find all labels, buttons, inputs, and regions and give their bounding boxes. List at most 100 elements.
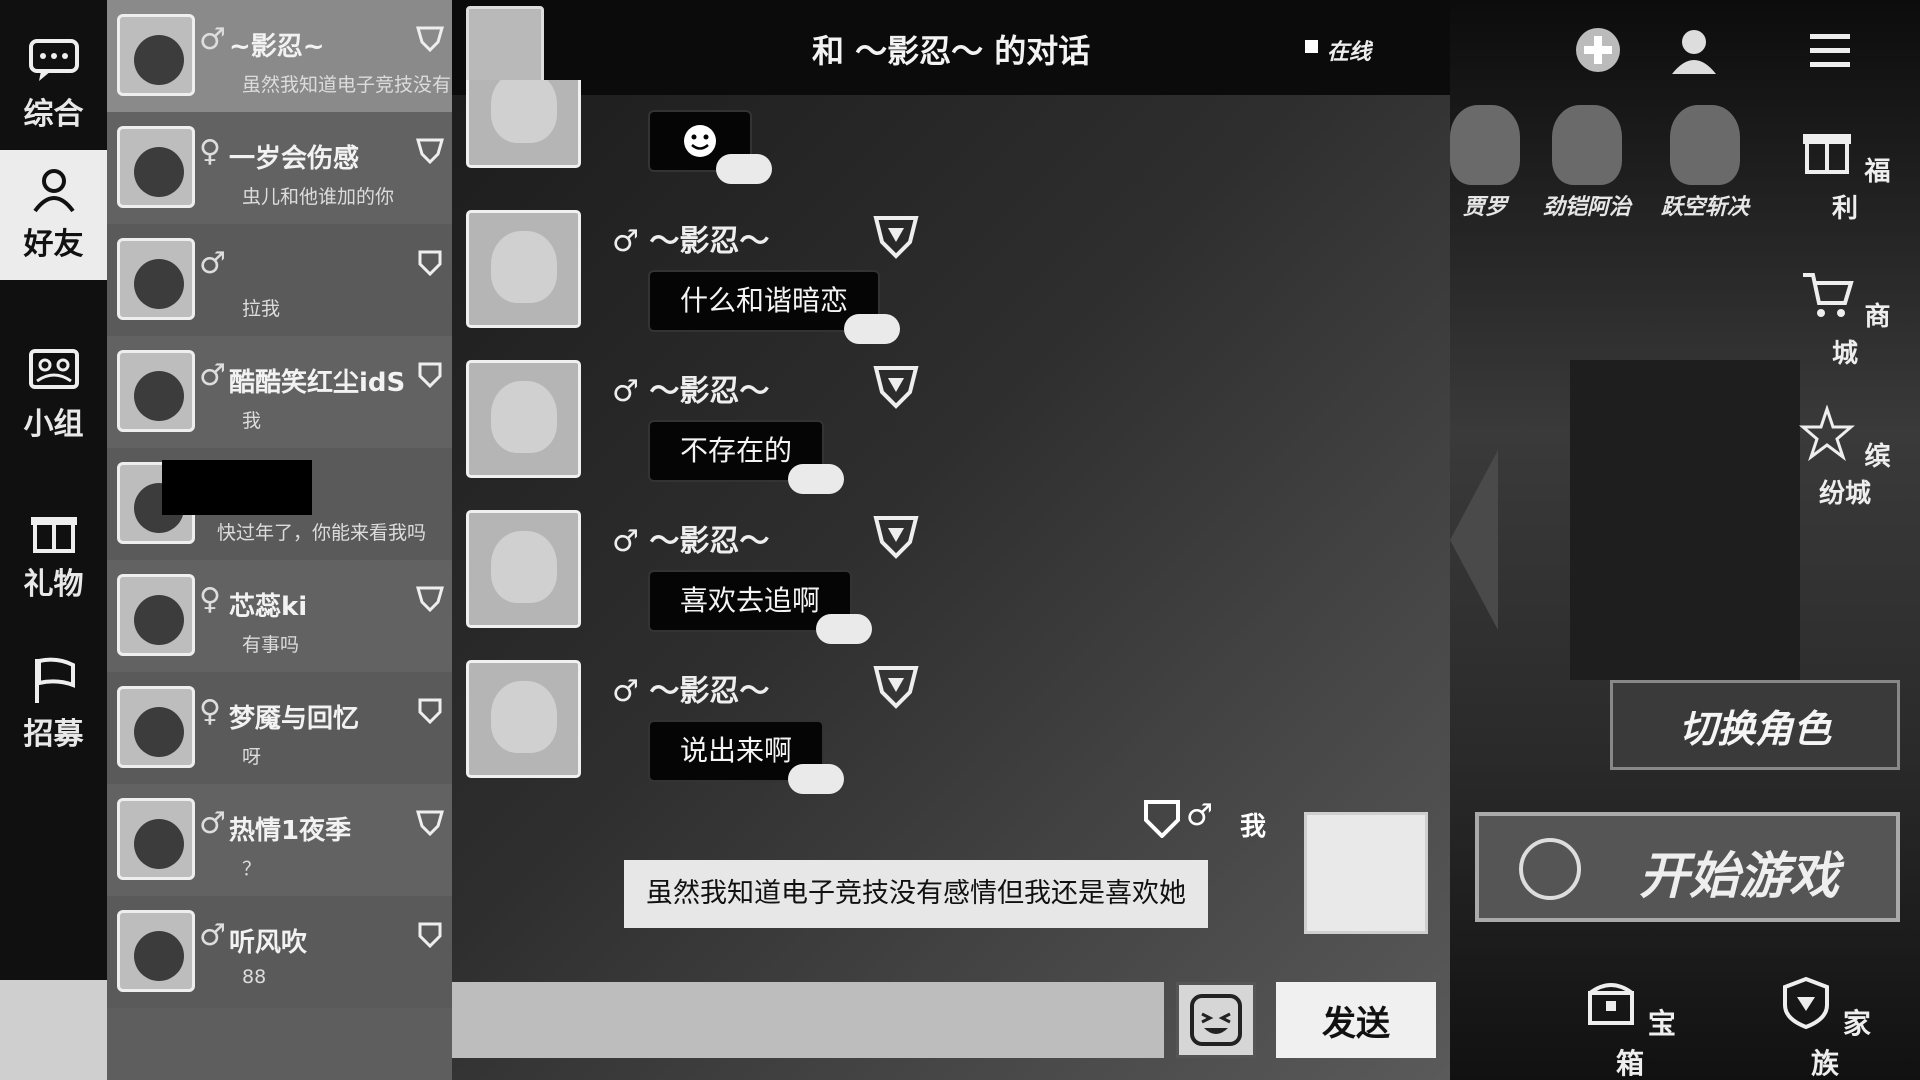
sender-name: ♂ ～影忍～ [612, 524, 770, 559]
nav-label: 招募 [23, 717, 84, 752]
avatar[interactable] [466, 660, 581, 778]
chat-message: ♂ ～影忍～ 不存在的 [452, 360, 1450, 510]
friend-item[interactable]: ♂ 热情1夜季 ？ [107, 784, 452, 896]
chat-input[interactable] [452, 982, 1164, 1058]
gender-icon: ♂ [199, 918, 226, 953]
background-building [1570, 360, 1800, 680]
friend-item[interactable]: ♂ 酷酷笑红尘idS 我 [107, 336, 452, 448]
decepticon-badge-icon [416, 26, 444, 52]
friend-name: 听风吹 [229, 928, 308, 958]
bottom-item-clan[interactable]: 家族 [1775, 975, 1875, 1080]
friend-name: ~影忍~ [229, 32, 325, 62]
message-text: 喜欢去追啊 [680, 584, 821, 617]
gender-icon: ♀ [199, 134, 221, 169]
sender-name: ♂ ～影忍～ [612, 674, 770, 709]
avatar [117, 126, 195, 208]
friend-last-message: 有事吗 [242, 634, 300, 656]
online-status-label: 在线 [1327, 40, 1372, 65]
add-icon[interactable] [1572, 24, 1624, 76]
message-bubble: 说出来啊 [650, 722, 845, 794]
friend-item[interactable]: ♀ 梦魇与回忆 呀 [107, 672, 452, 784]
user-profile-icon[interactable] [1668, 24, 1720, 76]
chat-input-row: 发送 [452, 982, 1450, 1080]
avatar[interactable] [466, 360, 581, 478]
avatar [117, 798, 195, 880]
nav-item-general[interactable]: 综合 [0, 20, 107, 150]
bubble-cloud-decoration [788, 764, 845, 794]
avatar[interactable] [466, 210, 581, 328]
side-item-welfare[interactable]: 福利 [1790, 120, 1900, 225]
gender-icon: ♀ [199, 582, 221, 617]
treasure-chest-icon [1588, 983, 1635, 1025]
avatar [117, 350, 195, 432]
friend-item[interactable]: ♂ 拉我 [107, 224, 452, 336]
message-text: 虽然我知道电子竞技没有感情但我还是喜欢她 [646, 878, 1186, 909]
gender-icon: ♂ [199, 22, 226, 57]
gender-icon: ♀ [199, 694, 221, 729]
self-avatar[interactable] [1304, 812, 1428, 934]
featured-character[interactable]: 跃空斩决 [1650, 105, 1760, 221]
avatar [466, 80, 581, 168]
bubble-cloud-decoration [844, 314, 901, 344]
avatar [117, 14, 195, 96]
friend-last-message: 快过年了，你能来看我吗 [217, 522, 427, 544]
featured-character[interactable]: 劲铠阿治 [1532, 105, 1642, 221]
shield-icon [1783, 976, 1830, 1030]
friend-name: 芯蕊ki [229, 592, 308, 622]
shopping-cart-icon [1803, 273, 1855, 317]
friend-item[interactable]: ♀ 一岁会伤感 虫儿和他谁加的你 [107, 112, 452, 224]
chat-partner-avatar[interactable] [466, 6, 544, 86]
collapse-arrow-icon[interactable] [1450, 450, 1498, 630]
chat-message: ♂ ～影忍～ 什么和谐暗恋 [452, 210, 1450, 360]
side-item-fun-city[interactable]: 缤纷城 [1790, 404, 1900, 510]
friend-last-message: 拉我 [242, 298, 281, 320]
avatar [117, 910, 195, 992]
nav-item-gift[interactable]: 礼物 [0, 490, 107, 620]
friend-item[interactable]: ♂ ~影忍~ 虽然我知道电子竞技没有感情 [107, 0, 452, 112]
friend-item[interactable]: ♀ 芯蕊ki 有事吗 [107, 560, 452, 672]
friend-name: 热情1夜季 [229, 816, 352, 846]
nav-label: 综合 [23, 97, 84, 132]
avatar[interactable] [466, 510, 581, 628]
gamepad-icon [1519, 838, 1581, 900]
autobot-badge-icon [418, 698, 442, 724]
nav-item-recruit[interactable]: 招募 [0, 640, 107, 770]
autobot-badge-icon [418, 922, 442, 948]
friend-name: 梦魇与回忆 [229, 704, 360, 734]
star-emblem-icon [1799, 404, 1856, 462]
bottom-item-chest[interactable]: 宝箱 [1580, 975, 1680, 1080]
sender-name: ♂ ～影忍～ [612, 224, 770, 259]
message-bubble: 什么和谐暗恋 [650, 272, 901, 344]
decepticon-badge-icon [873, 516, 919, 559]
nav-item-friends[interactable]: 好友 [0, 150, 107, 280]
friend-item[interactable]: 快过年了，你能来看我吗 [107, 448, 452, 560]
message-bubble: 不存在的 [650, 422, 845, 494]
game-lobby: 贾罗 劲铠阿治 跃空斩决 福利 商城 缤纷城 切换角色 开始游戏 宝箱 家族 [1450, 0, 1920, 1080]
decepticon-badge-icon [416, 586, 444, 612]
friend-last-message: 88 [242, 966, 267, 988]
message-bubble: 喜欢去追啊 [650, 572, 873, 644]
featured-character[interactable]: 贾罗 [1450, 105, 1540, 221]
chat-bubble-icon [28, 39, 79, 81]
gender-icon: ♂ [199, 806, 226, 841]
message-text: 不存在的 [680, 434, 793, 467]
message-text: 说出来啊 [680, 734, 793, 767]
friend-list[interactable]: ♂ ~影忍~ 虽然我知道电子竞技没有感情 ♀ 一岁会伤感 虫儿和他谁加的你 ♂ … [107, 0, 452, 1080]
character-name: 劲铠阿治 [1542, 195, 1631, 220]
online-status: 在线 [1305, 34, 1372, 66]
message-bubble [650, 112, 772, 184]
switch-character-button[interactable]: 切换角色 [1610, 680, 1900, 770]
group-icon [28, 349, 79, 389]
friend-last-message: 虽然我知道电子竞技没有感情 [242, 74, 452, 96]
autobot-badge-icon [418, 362, 442, 388]
character-name: 跃空斩决 [1660, 195, 1749, 220]
side-item-shop[interactable]: 商城 [1790, 265, 1900, 370]
censor-block [162, 460, 312, 515]
friend-item[interactable]: ♂ 听风吹 88 [107, 896, 452, 1008]
start-game-button[interactable]: 开始游戏 [1475, 812, 1900, 922]
menu-icon[interactable] [1804, 24, 1856, 76]
emoji-button[interactable] [1176, 982, 1256, 1058]
send-button[interactable]: 发送 [1276, 982, 1436, 1058]
nav-item-group[interactable]: 小组 [0, 330, 107, 460]
chat-message: ♂ ～影忍～ 说出来啊 [452, 660, 1450, 810]
